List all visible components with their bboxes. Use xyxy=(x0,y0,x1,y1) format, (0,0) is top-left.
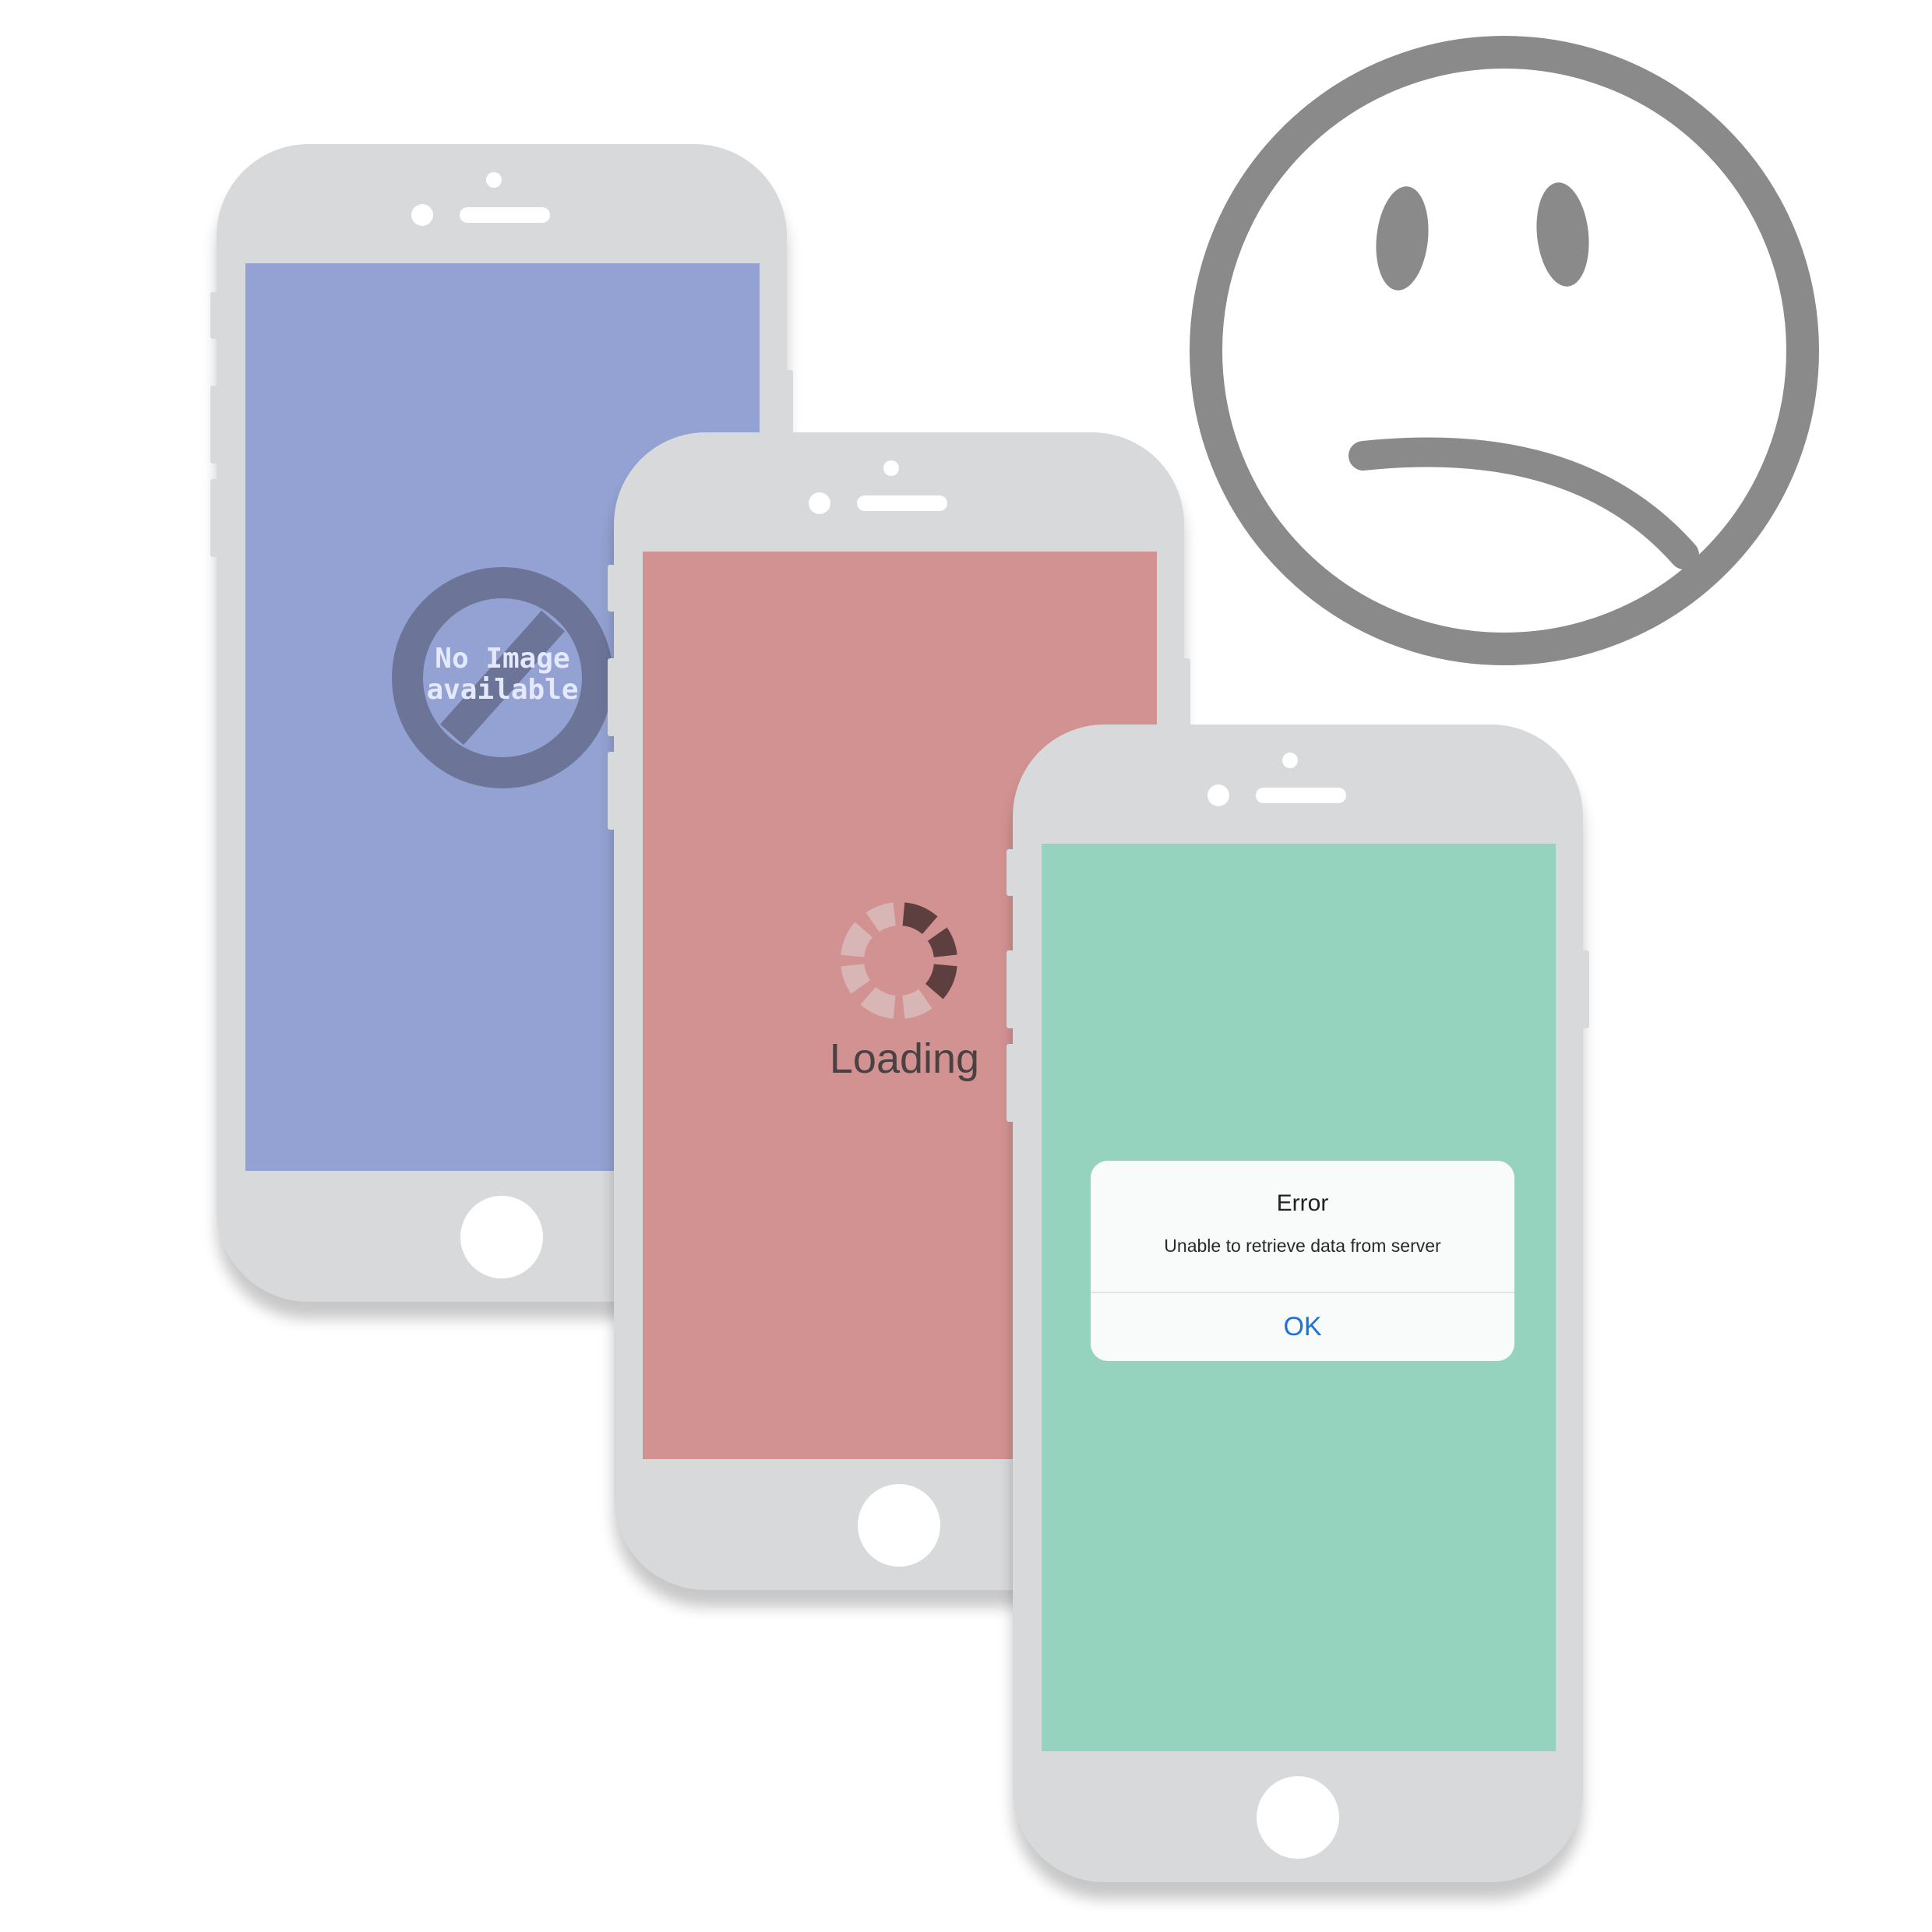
left-eye xyxy=(1376,186,1429,291)
front-camera xyxy=(486,172,502,188)
right-eye xyxy=(1536,182,1589,287)
proximity-sensor xyxy=(1208,784,1229,806)
no-image-label: No Image available xyxy=(392,643,613,706)
volume-up-button xyxy=(210,386,218,464)
volume-down-button xyxy=(608,752,615,830)
earpiece-speaker xyxy=(460,207,550,223)
no-image-line-2: available xyxy=(426,674,579,706)
loading-spinner-icon xyxy=(841,902,957,1019)
ok-button[interactable]: OK xyxy=(1091,1293,1514,1361)
volume-up-button xyxy=(608,658,615,736)
home-button[interactable] xyxy=(460,1196,543,1278)
mute-switch xyxy=(1007,849,1014,896)
screen-error: Error Unable to retrieve data from serve… xyxy=(1042,844,1556,1751)
mute-switch xyxy=(210,292,218,339)
no-image-placeholder: No Image available xyxy=(392,567,613,788)
home-button[interactable] xyxy=(858,1484,940,1567)
volume-down-button xyxy=(1007,1044,1014,1122)
volume-down-button xyxy=(210,479,218,557)
dialog-message: Unable to retrieve data from server xyxy=(1164,1236,1441,1256)
proximity-sensor xyxy=(411,204,433,226)
dialog-title: Error xyxy=(1276,1190,1329,1216)
no-image-line-1: No Image xyxy=(435,643,570,675)
volume-up-button xyxy=(1007,950,1014,1028)
error-dialog: Error Unable to retrieve data from serve… xyxy=(1091,1161,1514,1361)
home-button[interactable] xyxy=(1257,1776,1339,1859)
earpiece-speaker xyxy=(1256,788,1346,803)
proximity-sensor xyxy=(809,492,830,514)
front-camera xyxy=(1282,753,1298,768)
power-button xyxy=(1581,950,1589,1028)
sad-face-icon xyxy=(1190,36,1819,665)
frown-mouth xyxy=(1349,437,1699,569)
phone-error: Error Unable to retrieve data from serve… xyxy=(1007,724,1589,1882)
mute-switch xyxy=(608,565,615,612)
front-camera xyxy=(883,460,899,476)
earpiece-speaker xyxy=(857,495,947,511)
